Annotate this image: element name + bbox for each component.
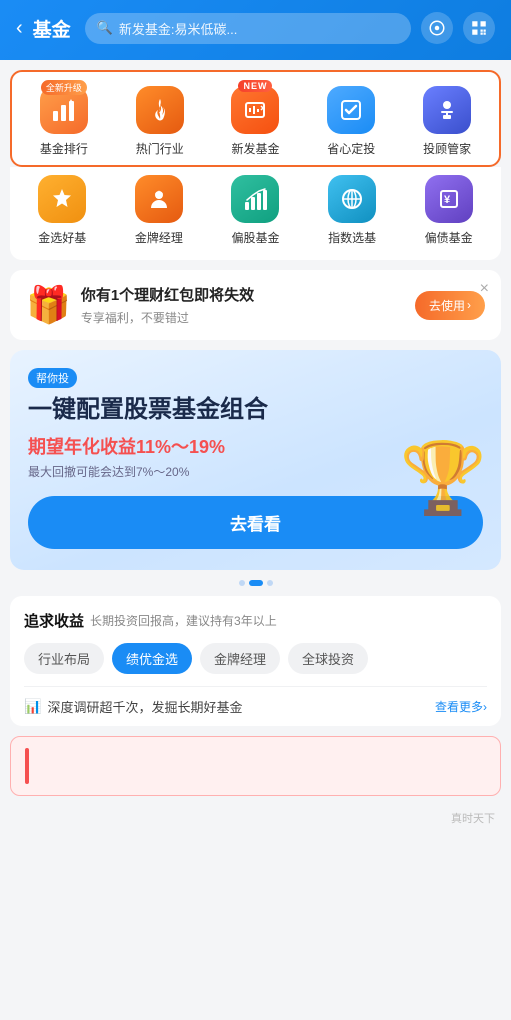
nav-item-bond-fund[interactable]: ¥ 偏债基金 xyxy=(400,175,497,246)
promo-text: 你有1个理财红包即将失效 专享福利，不要错过 xyxy=(81,284,254,326)
promo-subtitle: 专享福利，不要错过 xyxy=(81,309,254,326)
hint-bar xyxy=(25,748,29,784)
index-fund-icon-wrap xyxy=(328,175,376,223)
promo-title: 你有1个理财红包即将失效 xyxy=(81,284,254,305)
fund-rank-badge: 全新升级 xyxy=(41,80,87,95)
nav-grid-row1: 全新升级 基金排行 热门行业 NEW xyxy=(16,86,495,157)
promo-card: × 🎁 你有1个理财红包即将失效 专享福利，不要错过 去使用› xyxy=(10,270,501,340)
pill-top-picks[interactable]: 绩优金选 xyxy=(112,643,192,674)
tabs-subtitle: 长期投资回报高，建议持有3年以上 xyxy=(90,612,277,629)
search-text: 新发基金:易米低碳... xyxy=(119,19,237,38)
pill-star-manager[interactable]: 金牌经理 xyxy=(200,643,280,674)
tabs-pills: 行业布局 绩优金选 金牌经理 全球投资 xyxy=(24,643,487,674)
invest-main-title: 一键配置股票基金组合 xyxy=(28,396,483,425)
hot-sector-label: 热门行业 xyxy=(136,140,184,157)
trophy-icon: 🏆 xyxy=(400,438,487,520)
index-fund-label: 指数选基 xyxy=(328,229,376,246)
promo-right: 去使用› xyxy=(415,291,485,320)
tabs-info-row: 📊 深度调研超千次，发掘长期好基金 查看更多› xyxy=(24,686,487,726)
hot-sector-icon-wrap xyxy=(136,86,184,134)
nav-item-new-fund[interactable]: NEW 新发基金 xyxy=(208,86,304,157)
tabs-header: 追求收益 长期投资回报高，建议持有3年以上 xyxy=(24,610,487,631)
pill-global[interactable]: 全球投资 xyxy=(288,643,368,674)
advisor-label: 投顾管家 xyxy=(423,140,471,157)
nav-item-selected[interactable]: 金选好基 xyxy=(14,175,111,246)
qr-button[interactable] xyxy=(463,12,495,44)
dot-1 xyxy=(239,580,245,586)
page-title: 基金 xyxy=(33,15,71,42)
back-button[interactable]: ‹ xyxy=(16,17,23,40)
tabs-title: 追求收益 xyxy=(24,610,84,631)
tabs-info-text: 深度调研超千次，发掘长期好基金 xyxy=(47,697,429,716)
nav-item-fund-rank[interactable]: 全新升级 基金排行 xyxy=(16,86,112,157)
nav-item-index-fund[interactable]: 指数选基 xyxy=(304,175,401,246)
new-fund-icon-wrap: NEW xyxy=(231,86,279,134)
pill-sector[interactable]: 行业布局 xyxy=(24,643,104,674)
tabs-info-link[interactable]: 查看更多› xyxy=(435,698,487,715)
mixed-fund-label: 偏股基金 xyxy=(231,229,279,246)
auto-invest-icon-wrap xyxy=(327,86,375,134)
fund-rank-icon-wrap: 全新升级 xyxy=(40,86,88,134)
nav-item-hot-sector[interactable]: 热门行业 xyxy=(112,86,208,157)
new-fund-badge: NEW xyxy=(238,80,272,92)
search-icon: 🔍 xyxy=(97,20,113,36)
nav-section-highlighted: 全新升级 基金排行 热门行业 NEW xyxy=(10,70,501,167)
dot-3 xyxy=(267,580,273,586)
star-manager-label: 金牌经理 xyxy=(135,229,183,246)
bond-fund-label: 偏债基金 xyxy=(425,229,473,246)
hongbao-icon: 🎁 xyxy=(26,284,71,326)
dot-2 xyxy=(249,580,263,586)
nav-item-mixed-fund[interactable]: 偏股基金 xyxy=(207,175,304,246)
app-header: ‹ 基金 🔍 新发基金:易米低碳... xyxy=(0,0,511,60)
promo-content: 🎁 你有1个理财红包即将失效 专享福利，不要错过 xyxy=(26,284,254,326)
promo-cta-button[interactable]: 去使用› xyxy=(415,291,485,320)
invest-card: 帮你投 一键配置股票基金组合 期望年化收益11%～19% 最大回撤可能会达到7%… xyxy=(10,350,501,570)
tabs-section: 追求收益 长期投资回报高，建议持有3年以上 行业布局 绩优金选 金牌经理 全球投… xyxy=(10,596,501,726)
new-fund-label: 新发基金 xyxy=(231,140,279,157)
header-icons xyxy=(421,12,495,44)
auto-invest-label: 省心定投 xyxy=(327,140,375,157)
search-bar[interactable]: 🔍 新发基金:易米低碳... xyxy=(85,13,411,44)
bar-chart-icon: 📊 xyxy=(24,698,41,715)
fund-rank-label: 基金排行 xyxy=(40,140,88,157)
star-manager-icon-wrap xyxy=(135,175,183,223)
nav-grid-row2: 金选好基 金牌经理 xyxy=(14,175,497,246)
selected-label: 金选好基 xyxy=(38,229,86,246)
advisor-icon-wrap xyxy=(423,86,471,134)
mixed-fund-icon-wrap xyxy=(231,175,279,223)
watermark: 真时天下 xyxy=(0,806,511,832)
nav-item-auto-invest[interactable]: 省心定投 xyxy=(303,86,399,157)
svg-text:¥: ¥ xyxy=(444,194,451,206)
carousel-dots xyxy=(0,580,511,586)
invest-tag: 帮你投 xyxy=(28,368,77,388)
nav-item-star-manager[interactable]: 金牌经理 xyxy=(111,175,208,246)
nav-section-row2: 金选好基 金牌经理 xyxy=(10,167,501,260)
bottom-hint-card xyxy=(10,736,501,796)
settings-button[interactable] xyxy=(421,12,453,44)
bond-fund-icon-wrap: ¥ xyxy=(425,175,473,223)
promo-close-button[interactable]: × xyxy=(480,280,489,298)
nav-item-advisor[interactable]: 投顾管家 xyxy=(399,86,495,157)
selected-icon-wrap xyxy=(38,175,86,223)
